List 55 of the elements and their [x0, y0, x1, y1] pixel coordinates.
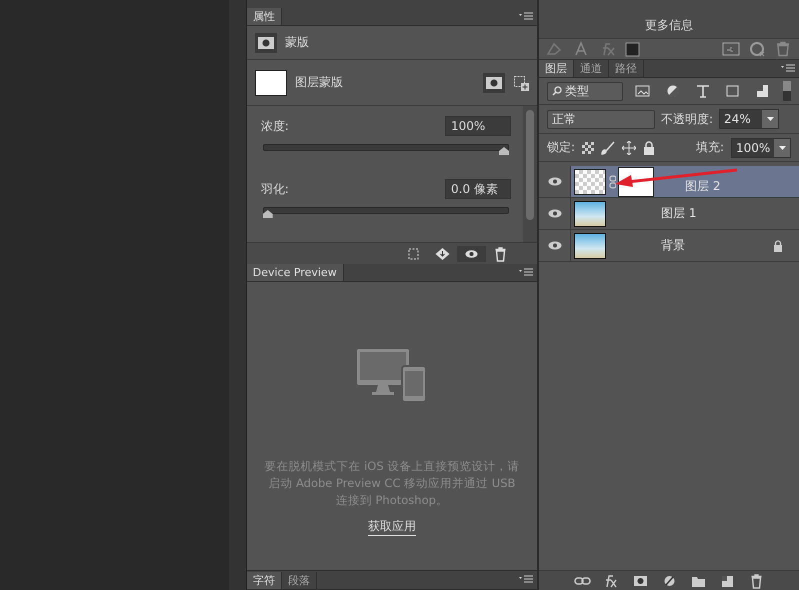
eye-icon[interactable]	[548, 177, 562, 186]
value-field[interactable]: 100%	[445, 116, 511, 136]
layer-row[interactable]: 图层 2	[539, 166, 799, 198]
slider-label: 羽化:	[260, 180, 289, 198]
chain-link-icon[interactable]	[608, 174, 616, 188]
value-field[interactable]: 0.0 像素	[445, 179, 511, 199]
filter-toggle-icon[interactable]	[783, 81, 791, 101]
slider-thumb[interactable]	[262, 210, 273, 218]
panel-tab[interactable]: 属性	[246, 8, 282, 25]
blend-mode-select[interactable]: 正常	[547, 110, 655, 128]
caret-icon[interactable]	[778, 146, 786, 150]
more-info-label[interactable]: 更多信息	[645, 17, 693, 34]
slider-track[interactable]	[262, 205, 509, 218]
devices-icon	[356, 348, 428, 404]
panel-tab[interactable]: Device Preview	[246, 264, 344, 281]
panel-menu-icon[interactable]	[519, 12, 533, 22]
photo-placeholder	[574, 232, 606, 258]
move-icon[interactable]	[622, 140, 636, 154]
caret-icon[interactable]	[766, 117, 774, 121]
panel-menu-icon[interactable]	[519, 268, 533, 278]
lock-icon[interactable]	[643, 140, 656, 154]
filter-select[interactable]: 类型	[547, 82, 623, 100]
layer-thumbnail	[574, 168, 606, 194]
scrollbar-thumb[interactable]	[526, 110, 534, 220]
mask-icon[interactable]	[483, 72, 505, 92]
mask-icon[interactable]	[254, 32, 277, 52]
slider-thumb[interactable]	[499, 147, 509, 155]
layer-row[interactable]: 图层 1	[539, 198, 799, 230]
slider-track[interactable]	[262, 142, 509, 155]
panel-tab[interactable]: 字符	[246, 572, 282, 589]
mask-thumbnail	[254, 70, 287, 96]
search-icon	[552, 86, 562, 96]
lock-transparency-icon[interactable]	[582, 142, 594, 154]
mask-label: 图层蒙版	[294, 74, 343, 91]
panel-menu-icon[interactable]	[519, 575, 533, 585]
get-app-link[interactable]: 获取应用	[368, 518, 416, 536]
layer-name: 背景	[661, 237, 685, 254]
panel-tab[interactable]: 图层	[539, 60, 574, 77]
lock-label: 锁定:	[547, 139, 576, 156]
slider-label: 浓度:	[260, 118, 289, 134]
eye-icon[interactable]	[548, 241, 562, 250]
eye-icon[interactable]	[457, 246, 486, 262]
panel-menu-icon[interactable]	[781, 64, 795, 74]
fill-field[interactable]: 100%	[731, 138, 791, 158]
fill-label: 填充:	[696, 139, 724, 156]
add-vector-mask-icon[interactable]	[513, 74, 529, 90]
opacity-label: 不透明度:	[661, 110, 714, 128]
mask-type-label: 蒙版	[284, 34, 309, 51]
preview-message: 要在脱机模式下在 iOS 设备上直接预览设计，请启动 Adobe Preview CC 移动应用并通过 USB 连接到 Photoshop。	[263, 458, 520, 509]
layer-row[interactable]: 背景	[539, 230, 799, 262]
photo-placeholder	[574, 200, 606, 226]
opacity-field[interactable]: 24%	[719, 109, 780, 129]
layer-name: 图层 2	[685, 178, 720, 195]
layer-name: 图层 1	[661, 205, 696, 222]
eye-icon[interactable]	[548, 209, 562, 218]
